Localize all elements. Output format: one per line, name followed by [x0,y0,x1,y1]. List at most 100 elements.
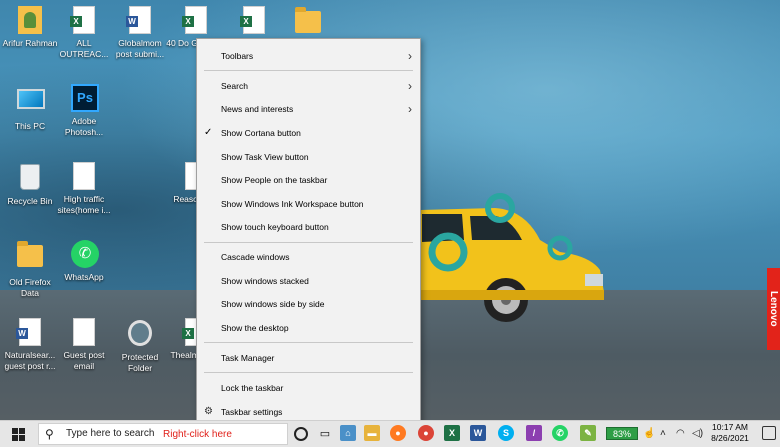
file-explorer-icon[interactable]: ▬ [364,425,380,441]
word-app-icon[interactable]: W [470,425,486,441]
word-file-icon: W [126,6,151,34]
menu-item-label: Lock the taskbar [221,383,284,393]
desktop-icon-label: Guest post email [63,350,105,371]
menu-item-label: Show windows side by side [221,299,325,309]
menu-item-show-windows-stacked[interactable]: Show windows stacked [197,270,420,292]
menu-item-show-the-desktop[interactable]: Show the desktop [197,317,420,339]
menu-item-label: Show People on the taskbar [221,175,328,185]
search-icon: ⚲ [45,427,54,441]
desktop-icon-protected-folder[interactable]: Protected Folder [110,318,170,374]
desktop-icon-whatsapp[interactable]: ✆ WhatsApp [54,240,114,283]
excel-file-icon: X [70,6,95,34]
desktop-icon-label: WhatsApp [64,272,104,282]
touch-icon[interactable]: ☝ [643,421,655,447]
desktop-icon-label: This PC [14,121,46,131]
recycle-bin-icon [20,164,40,190]
desktop-icon-photoshop[interactable]: Ps Adobe Photosh... [54,84,114,138]
menu-item-show-touch-keyboard[interactable]: Show touch keyboard button [197,216,420,238]
photoshop-icon: Ps [71,84,99,112]
menu-separator [204,242,413,243]
zip-folder-icon [295,7,321,33]
task-view-icon[interactable]: ▭ [316,421,334,447]
folder-icon [17,241,43,267]
volume-icon[interactable]: ◁) [692,421,703,447]
taskbar-app-store-icon[interactable]: ⌂ [340,425,356,441]
menu-item-label: Taskbar settings [221,407,283,417]
ink-icon[interactable]: / [526,425,542,441]
desktop-icon-label: Naturalsear... guest post r... [4,350,56,371]
desktop-icon-label: ALL OUTREAC... [59,38,109,59]
desktop-icon-label: High traffic sites(home i... [57,194,111,215]
menu-item-label: Search [221,81,248,91]
chrome-icon[interactable]: ● [418,425,434,441]
user-folder-icon [18,6,42,34]
system-clock[interactable]: 10:17 AM 8/26/2021 [706,422,754,444]
desktop-icon-label: Globalmom post submi... [115,38,165,59]
desktop-icon-all-outreach[interactable]: X ALL OUTREAC... [54,6,114,60]
desktop-icon-globalmom[interactable]: W Globalmom post submi... [110,6,170,60]
text-file-icon [73,162,95,190]
menu-item-show-windows-side-by-side[interactable]: Show windows side by side [197,293,420,315]
menu-item-show-task-view-button[interactable]: Show Task View button [197,146,420,168]
menu-item-show-ink-workspace[interactable]: Show Windows Ink Workspace button [197,193,420,215]
chevron-up-icon[interactable]: ˄ [660,421,666,447]
windows-logo-icon [11,427,25,441]
notification-center-icon[interactable] [762,426,776,440]
menu-separator [204,342,413,343]
menu-item-news-and-interests[interactable]: News and interests › [197,98,420,120]
desktop-icon-old-firefox-data[interactable]: Old Firefox Data [0,240,60,299]
menu-separator [204,372,413,373]
skype-icon[interactable]: S [498,425,514,441]
battery-indicator[interactable]: 83% [606,427,638,440]
lock-icon [128,320,152,346]
desktop-icon-recycle-bin[interactable]: Recycle Bin [0,162,60,207]
excel-app-icon[interactable]: X [444,425,460,441]
desktop-icon-label: Adobe Photosh... [64,116,104,137]
firefox-icon[interactable]: ● [390,425,406,441]
menu-item-label: Show windows stacked [221,276,309,286]
paint-icon[interactable]: ✎ [580,425,596,441]
menu-item-lock-the-taskbar[interactable]: Lock the taskbar [197,377,420,399]
menu-item-show-people[interactable]: Show People on the taskbar [197,169,420,191]
menu-item-label: Show the desktop [221,323,289,333]
desktop-icon-high-traffic-sites[interactable]: High traffic sites(home i... [54,162,114,216]
taskbar-context-menu: Toolbars › Search › News and interests ›… [196,38,421,430]
desktop-icon-label: Old Firefox Data [9,277,51,298]
cortana-icon[interactable] [292,421,310,447]
menu-item-toolbars[interactable]: Toolbars › [197,45,420,67]
menu-item-task-manager[interactable]: Task Manager [197,347,420,369]
whatsapp-taskbar-icon[interactable]: ✆ [552,425,568,441]
menu-item-label: Show Task View button [221,152,309,162]
desktop-icon-label: Arifur Rahman [2,38,58,48]
menu-item-label: Show touch keyboard button [221,222,329,232]
desktop-icon-this-pc[interactable]: This PC [0,84,60,132]
lenovo-brand-tag: Lenovo [767,268,780,350]
desktop-icon-arifur-rahman[interactable]: Arifur Rahman [0,6,60,49]
desktop-icon-excel-unlabeled[interactable]: X [224,6,284,38]
desktop-icon-guest-post-email[interactable]: Guest post email [54,318,114,372]
chevron-right-icon: › [408,49,412,63]
yellow-car-image [420,193,604,322]
chevron-right-icon: › [408,79,412,93]
start-button[interactable] [0,421,36,447]
menu-item-cascade-windows[interactable]: Cascade windows [197,246,420,268]
search-placeholder: Type here to search [66,428,155,439]
right-click-annotation: Right-click here [163,429,232,440]
menu-item-show-cortana-button[interactable]: ✓ Show Cortana button [197,122,420,144]
whatsapp-icon: ✆ [71,240,99,268]
checkmark-icon: ✓ [204,127,213,138]
clock-date: 8/26/2021 [711,433,749,443]
wifi-icon[interactable]: ◠ [676,421,685,447]
menu-item-label: News and interests [221,104,294,114]
text-file-icon [73,318,95,346]
chevron-right-icon: › [408,102,412,116]
menu-item-label: Task Manager [221,353,275,363]
menu-item-label: Show Cortana button [221,128,301,138]
desktop-icon-label: Recycle Bin [7,196,53,206]
desktop-icon-naturalsearch[interactable]: W Naturalsear... guest post r... [0,318,60,372]
excel-file-icon: X [182,6,207,34]
menu-item-search[interactable]: Search › [197,75,420,97]
taskbar[interactable]: ⚲ Type here to search Right-click here ▭… [0,420,780,447]
excel-file-icon: X [240,6,265,34]
taskbar-search-box[interactable]: ⚲ Type here to search Right-click here [38,423,288,445]
